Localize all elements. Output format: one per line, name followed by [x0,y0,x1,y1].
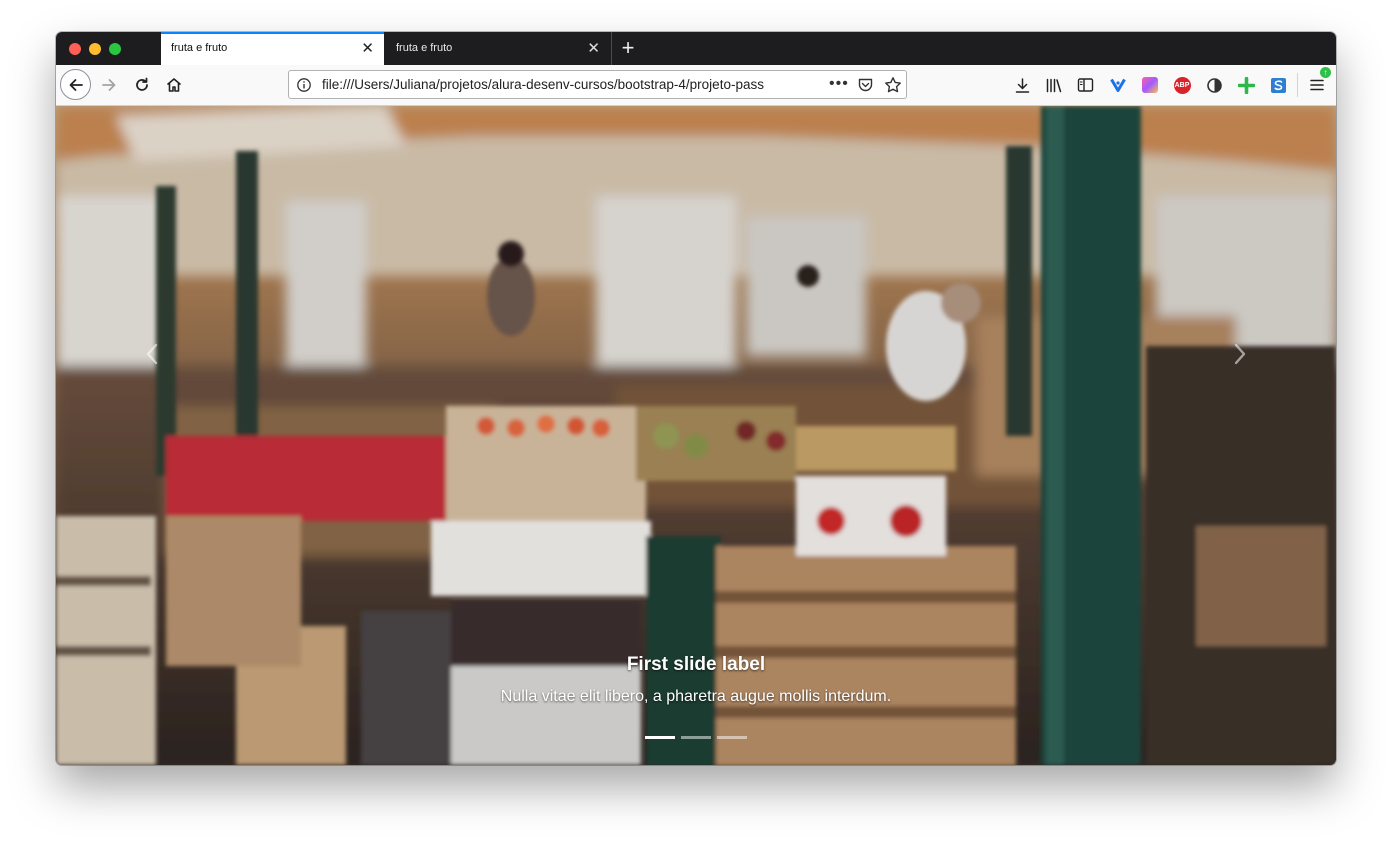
home-button[interactable] [158,69,190,101]
tab-close-icon[interactable]: ✕ [587,32,600,65]
url-text[interactable]: file:///Users/Juliana/projetos/alura-des… [322,71,792,98]
carousel-indicator-1[interactable] [645,736,675,739]
carousel-caption-title: First slide label [626,654,766,675]
back-arrow-icon [69,78,83,91]
tab-title: fruta e fruto [171,42,228,54]
url-bar[interactable]: file:///Users/Juliana/projetos/alura-des… [288,70,907,99]
toolbar-separator [1297,73,1298,97]
privacy-extension-icon[interactable] [1205,76,1223,94]
carousel-prev-button[interactable] [142,339,162,369]
carousel-next-button[interactable] [1230,339,1250,369]
close-window-button[interactable] [69,43,81,55]
tab-inactive[interactable]: fruta e fruto ✕ [386,32,610,65]
forward-button[interactable] [93,69,125,101]
navigation-toolbar: file:///Users/Juliana/projetos/alura-des… [56,65,1336,106]
info-icon[interactable] [296,77,312,98]
menu-icon[interactable]: ↑ [1308,67,1331,94]
new-tab-icon[interactable]: + [618,32,638,65]
minimize-window-button[interactable] [89,43,101,55]
forward-arrow-icon [102,79,116,91]
reload-button[interactable] [126,69,158,101]
s-extension-icon[interactable] [1269,76,1287,94]
tab-separator [611,32,612,65]
library-icon[interactable] [1045,76,1063,94]
tab-active[interactable]: fruta e fruto ✕ [161,32,384,65]
chevron-right-icon [1234,343,1246,365]
tab-bar: fruta e fruto ✕ fruta e fruto ✕ + [56,32,1336,65]
zoom-window-button[interactable] [109,43,121,55]
carousel: First slide label Nulla vitae elit liber… [56,106,1336,765]
carousel-indicator-3[interactable] [717,736,747,739]
tab-close-icon[interactable]: ✕ [361,34,374,63]
carousel-indicator-2[interactable] [681,736,711,739]
page-actions-icon[interactable]: ••• [829,71,849,96]
adblock-plus-icon[interactable]: ABP [1173,76,1191,94]
vivaldi-extension-icon[interactable] [1109,76,1127,94]
gradient-extension-icon[interactable] [1141,76,1159,94]
back-button[interactable] [60,69,91,100]
reload-icon [136,77,148,91]
download-icon[interactable] [1013,76,1031,94]
carousel-caption-text: Nulla vitae elit libero, a pharetra augu… [500,688,892,705]
browser-window: fruta e fruto ✕ fruta e fruto ✕ + file:/… [56,32,1336,765]
chevron-left-icon [146,343,158,365]
sidebar-icon[interactable] [1076,76,1094,94]
home-icon [166,78,182,92]
bookmark-star-icon[interactable] [884,76,902,99]
pocket-icon[interactable] [857,76,874,98]
tab-title: fruta e fruto [396,42,453,54]
update-badge-icon: ↑ [1320,67,1331,78]
green-plus-extension-icon[interactable] [1237,76,1255,94]
